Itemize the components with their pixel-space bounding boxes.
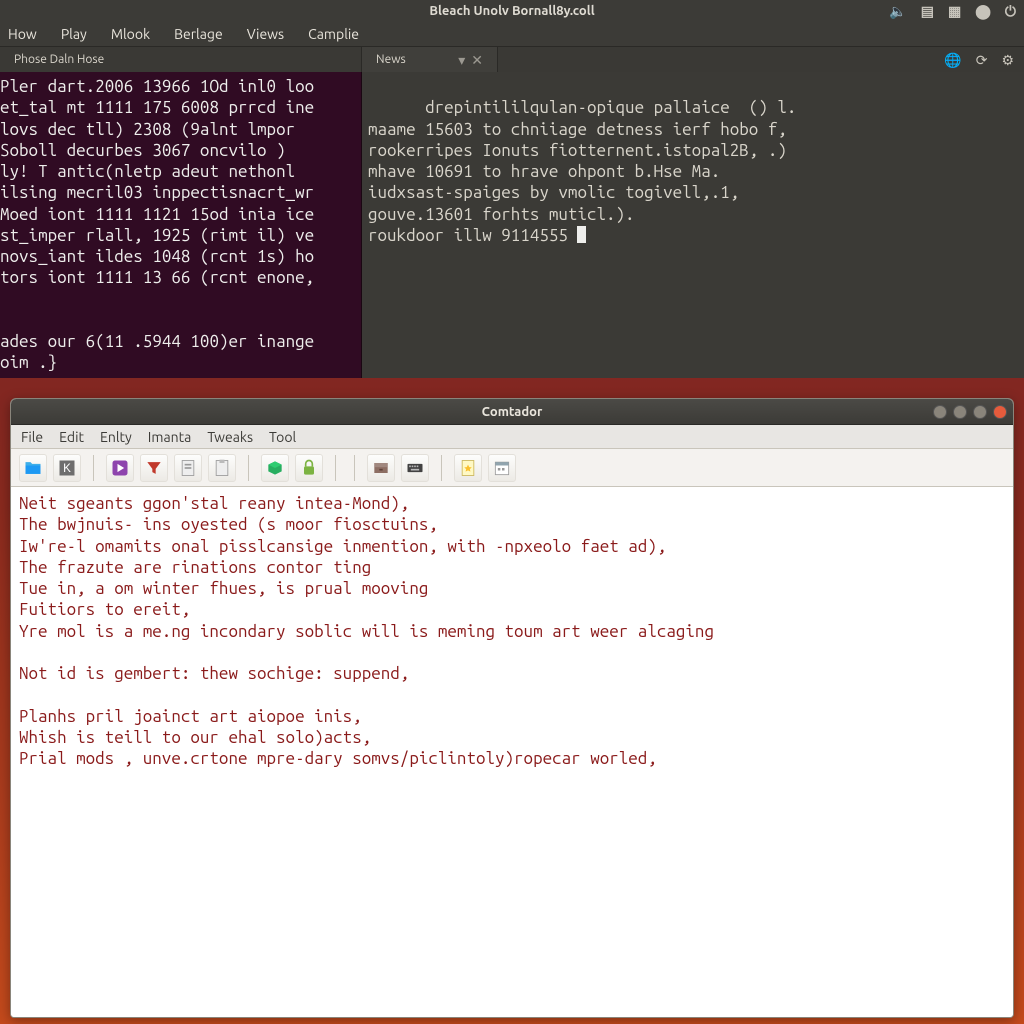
editor-menu-item[interactable]: Tool [269,429,296,445]
terminal-tab-right[interactable]: News ▾ ✕ [362,47,498,72]
maximize-button[interactable] [953,405,967,419]
filter-red-icon[interactable] [140,454,168,482]
grid-icon[interactable]: ▦ [948,4,961,18]
editor-menubar: File Edit Enlty Imanta Tweaks Tool [11,425,1013,449]
terminal-menu-item[interactable]: Views [247,26,284,42]
toolbar-separator [93,455,94,481]
box-green-icon[interactable] [261,454,289,482]
terminal-window: How Play Mlook Berlage Views Camplie Pho… [0,22,1024,378]
power-icon[interactable]: ⏻ [1005,4,1016,18]
maximize2-button[interactable] [973,405,987,419]
editor-title: Comtador [482,405,543,419]
doc-info-icon[interactable] [174,454,202,482]
k-square-icon[interactable]: K [53,454,81,482]
globe-icon[interactable]: 🌐 [944,53,961,67]
toolbar-separator [335,455,336,481]
terminal-tabbar: Phose Daln Hose News ▾ ✕ 🌐 ⟳ ⚙ [0,46,1024,72]
terminal-tab-label: Phose Daln Hose [14,53,104,66]
panel-tray: 🔈 ▤ ▦ ⬤ ⏻ [889,4,1016,18]
close-icon[interactable]: ✕ [471,53,483,67]
close-button[interactable] [993,405,1007,419]
editor-text-area[interactable]: Neit sgeants ggon'stal reany intea-Mond)… [11,487,1013,1017]
drawer-icon[interactable] [367,454,395,482]
lock-green-icon[interactable] [295,454,323,482]
window-buttons [933,405,1007,419]
editor-toolbar: K [11,449,1013,487]
terminal-tab-label: News [376,53,406,66]
terminal-menubar: How Play Mlook Berlage Views Camplie [0,22,1024,46]
editor-menu-item[interactable]: File [21,429,43,445]
editor-titlebar[interactable]: Comtador [11,399,1013,425]
user-icon[interactable]: ▤ [921,4,934,18]
doc-paste-icon[interactable] [208,454,236,482]
doc-star-icon[interactable] [454,454,482,482]
toolbar-separator [248,455,249,481]
terminal-pane-right[interactable]: drepintililqulan-opique pallaice () l. m… [362,72,1024,378]
gnome-top-panel: Bleach Unolv Bornall8y.coll 🔈 ▤ ▦ ⬤ ⏻ [0,0,1024,22]
panel-title: Bleach Unolv Bornall8y.coll [429,4,594,18]
terminal-pane-right-text: drepintililqulan-opique pallaice () l. m… [368,98,796,245]
terminal-cursor [577,226,586,243]
svg-text:K: K [63,462,71,475]
chevron-down-icon[interactable]: ▾ [458,53,465,67]
terminal-menu-item[interactable]: How [8,26,37,42]
editor-menu-item[interactable]: Enlty [100,429,132,445]
terminal-menu-item[interactable]: Mlook [111,26,150,42]
gear-icon[interactable]: ⚙ [1001,53,1014,67]
terminal-pane-left[interactable]: Pler dart.2006 13966 1Od inl0 loo et_tal… [0,72,362,378]
terminal-menu-item[interactable]: Berlage [174,26,223,42]
volume-icon[interactable]: 🔈 [889,4,906,18]
editor-menu-item[interactable]: Edit [59,429,84,445]
folder-open-icon[interactable] [19,454,47,482]
refresh-icon[interactable]: ⟳ [976,53,988,67]
play-purple-icon[interactable] [106,454,134,482]
editor-menu-item[interactable]: Tweaks [207,429,253,445]
calendar-icon[interactable] [488,454,516,482]
terminal-tab-left[interactable]: Phose Daln Hose [0,47,362,72]
keyboard-icon[interactable] [401,454,429,482]
terminal-body: Pler dart.2006 13966 1Od inl0 loo et_tal… [0,72,1024,378]
editor-window: Comtador File Edit Enlty Imanta Tweaks T… [10,398,1014,1018]
minimize-button[interactable] [933,405,947,419]
editor-menu-item[interactable]: Imanta [148,429,192,445]
toolbar-separator [441,455,442,481]
terminal-menu-item[interactable]: Camplie [308,26,359,42]
terminal-tab-extra-icons: 🌐 ⟳ ⚙ [934,47,1024,72]
terminal-menu-item[interactable]: Play [61,26,87,42]
network-icon[interactable]: ⬤ [975,4,991,18]
toolbar-separator [354,455,355,481]
